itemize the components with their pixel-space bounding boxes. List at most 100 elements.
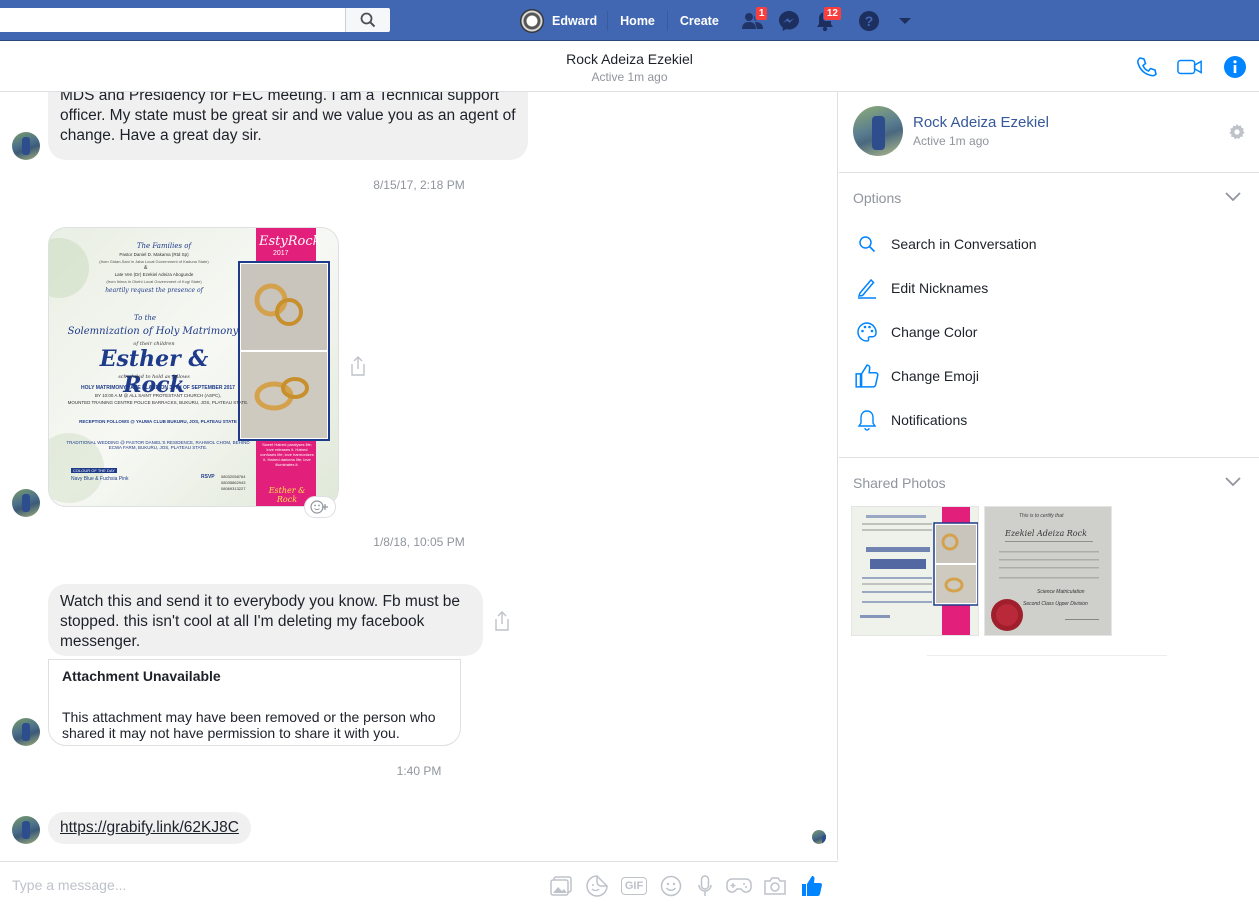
phone-icon	[1137, 57, 1157, 77]
search-button[interactable]	[345, 8, 390, 32]
bell-icon	[853, 406, 881, 434]
svg-text:?: ?	[865, 13, 874, 29]
home-link[interactable]: Home	[607, 10, 667, 31]
voice-call-button[interactable]	[1134, 54, 1160, 80]
message-composer: Type a message... GIF	[0, 861, 838, 908]
account-menu-button[interactable]	[887, 0, 923, 41]
share-icon[interactable]	[348, 355, 368, 377]
wedding-invitation-thumbnail	[852, 507, 978, 635]
message-input[interactable]: Type a message...	[12, 877, 126, 893]
video-camera-icon	[1177, 59, 1202, 75]
invitation-and: &	[144, 265, 148, 271]
photo-gallery-icon	[550, 876, 572, 896]
message-text: MDS and Presidency for FEC meeting. I am…	[60, 92, 516, 144]
voice-clip-button[interactable]	[692, 874, 718, 898]
unavailable-attachment: Attachment Unavailable This attachment m…	[48, 659, 461, 746]
message-bubble: Watch this and send it to everybody you …	[48, 584, 483, 656]
notifications-button[interactable]: 12	[807, 0, 843, 41]
user-name: Edward	[552, 13, 598, 28]
option-search-in-conversation[interactable]: Search in Conversation	[853, 229, 1243, 259]
photo-button[interactable]	[548, 874, 574, 898]
certificate-seal	[991, 541, 1099, 631]
conversation-info-button[interactable]	[1222, 54, 1248, 80]
invitation-reception: RECEPTION FOLLOWS @ YAUWA CLUB BUKURU, J…	[79, 419, 237, 424]
option-edit-nicknames[interactable]: Edit Nicknames	[853, 273, 1243, 303]
gif-button[interactable]: GIF	[620, 874, 648, 898]
invitation-brand: EstyRock	[259, 234, 321, 249]
invitation-line2: (from Gidan-Sani in Jaba Local Governmen…	[99, 259, 209, 264]
shared-photo-thumbnail[interactable]: This is to certify that Ezekiel Adeiza R…	[984, 506, 1112, 636]
option-label: Notifications	[891, 412, 968, 428]
conversation-status: Active 1m ago	[591, 70, 668, 84]
invitation-rsvp: RSVP	[201, 474, 215, 480]
help-button[interactable]: ?	[851, 0, 887, 41]
shared-photo-message[interactable]: EstyRock 2017 The Families of Pastor Dan…	[48, 227, 339, 507]
send-like-button[interactable]	[799, 874, 825, 898]
emoji-button[interactable]	[658, 874, 684, 898]
divider	[839, 457, 1259, 458]
search-icon	[360, 12, 376, 28]
invitation-colour-label: COLOUR OF THE DAY	[71, 468, 117, 473]
notifications-badge: 12	[822, 6, 842, 21]
options-section-title[interactable]: Options	[853, 190, 901, 206]
message-thread[interactable]: MDS and Presidency for FEC meeting. I am…	[0, 92, 838, 860]
sticker-button[interactable]	[584, 874, 610, 898]
option-label: Edit Nicknames	[891, 280, 989, 296]
contact-name-link[interactable]: Rock Adeiza Ezekiel	[913, 114, 1049, 131]
gif-icon: GIF	[620, 877, 648, 895]
shared-photo-thumbnail[interactable]	[851, 506, 979, 636]
attachment-title: Attachment Unavailable	[62, 668, 221, 684]
invitation-line3: Late Ven (Dr) Ezekiel Adeiza Abogunde	[114, 272, 194, 277]
invitation-colours: Navy Blue & Fuchsia Pink	[71, 476, 129, 482]
contact-profile-photo[interactable]	[853, 106, 903, 156]
emoji-icon	[660, 875, 682, 897]
option-label: Change Emoji	[891, 368, 979, 384]
invitation-families: The Families of	[136, 242, 192, 250]
seen-indicator-avatar	[812, 830, 826, 844]
camera-icon	[764, 877, 786, 895]
invitation-request: heartily request the presence of	[105, 287, 203, 294]
thumbs-up-icon	[802, 876, 822, 896]
conversation-header: Rock Adeiza Ezekiel Active 1m ago	[0, 42, 1259, 92]
caret-down-icon	[898, 17, 911, 24]
message-bubble: MDS and Presidency for FEC meeting. I am…	[48, 92, 528, 160]
camera-button[interactable]	[762, 874, 788, 898]
add-reaction-button[interactable]	[304, 496, 336, 518]
contact-avatar	[12, 489, 40, 517]
video-call-button[interactable]	[1177, 54, 1203, 80]
invitation-holy: HOLY MATRIMONY TAKE PLACE ON 30TH OF SEP…	[81, 385, 235, 391]
gear-icon[interactable]	[1228, 123, 1246, 141]
search-input[interactable]	[0, 8, 345, 32]
option-change-emoji[interactable]: Change Emoji	[853, 361, 1243, 391]
pencil-icon	[853, 274, 881, 302]
profile-link[interactable]: Edward	[518, 8, 607, 33]
create-link[interactable]: Create	[666, 10, 731, 31]
option-notifications[interactable]: Notifications	[853, 405, 1243, 435]
divider	[927, 655, 1167, 656]
invitation-year: 2017	[273, 250, 289, 257]
chevron-down-icon[interactable]	[1225, 192, 1241, 202]
option-change-color[interactable]: Change Color	[853, 317, 1243, 347]
messenger-button[interactable]	[771, 0, 807, 41]
timestamp: 1:40 PM	[396, 764, 442, 778]
user-avatar	[520, 8, 544, 33]
message-bubble: https://grabify.link/62KJ8C	[48, 812, 251, 844]
invitation-holy2: BY 10:00 A.M @ ALL SAINT PROTESTANT CHUR…	[94, 393, 222, 398]
info-icon	[1224, 56, 1246, 78]
top-nav: Edward Home Create 1 12 ?	[518, 0, 923, 41]
invitation-line1: Pastor Daniel D. Makama (Rtd Sp)	[119, 252, 189, 257]
invitation-to-the: To the	[134, 314, 157, 322]
option-label: Change Color	[891, 324, 978, 340]
shared-photos-section-title[interactable]: Shared Photos	[853, 475, 946, 491]
option-label: Search in Conversation	[891, 236, 1037, 252]
sticker-icon	[586, 875, 608, 897]
microphone-icon	[698, 875, 712, 896]
top-navigation-bar: Edward Home Create 1 12 ?	[0, 0, 1259, 41]
contact-avatar	[12, 132, 40, 160]
games-button[interactable]	[726, 874, 752, 898]
friend-requests-button[interactable]: 1	[735, 0, 771, 41]
grabify-link[interactable]: https://grabify.link/62KJ8C	[60, 819, 239, 836]
share-icon[interactable]	[492, 610, 512, 632]
chevron-down-icon[interactable]	[1225, 477, 1241, 487]
message-text: Watch this and send it to everybody you …	[60, 593, 461, 650]
